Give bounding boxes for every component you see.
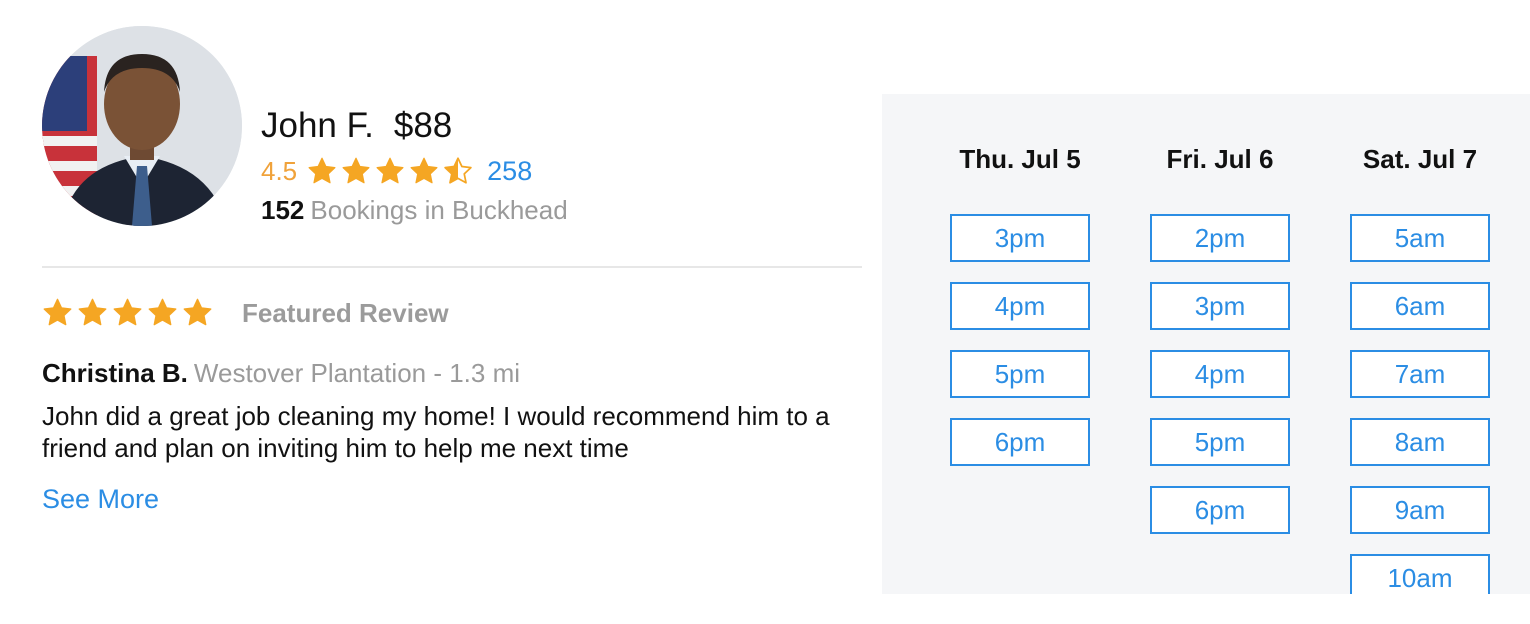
star-icon [113, 298, 142, 326]
time-slot-button[interactable]: 4pm [1150, 350, 1290, 398]
time-slot-button[interactable]: 8am [1350, 418, 1490, 466]
time-slot-button[interactable]: 9am [1350, 486, 1490, 534]
bookings-label: Bookings in Buckhead [310, 195, 568, 225]
provider-name: John F. [261, 106, 374, 145]
time-slot-button[interactable]: 5pm [950, 350, 1090, 398]
star-icon [148, 298, 177, 326]
star-icon [376, 157, 404, 184]
divider [42, 266, 862, 268]
see-more-link[interactable]: See More [42, 484, 159, 515]
star-icon [78, 298, 107, 326]
provider-name-price: John F. $88 [261, 106, 452, 146]
provider-price: $88 [393, 106, 453, 145]
rating-row: 4.5 258 [261, 153, 532, 189]
reviewer-location: Westover Plantation - 1.3 mi [193, 358, 521, 388]
time-slot-button[interactable]: 7am [1350, 350, 1490, 398]
availability-panel: Thu. Jul 5 3pm 4pm 5pm 6pm Fri. Jul 6 2p… [882, 94, 1530, 594]
time-slot-button[interactable]: 5pm [1150, 418, 1290, 466]
day-header: Sat. Jul 7 [1362, 144, 1478, 174]
rating-number: 4.5 [261, 155, 298, 186]
review-count-link[interactable]: 258 [487, 156, 532, 187]
bookings-summary: 152 Bookings in Buckhead [261, 195, 568, 226]
day-header: Fri. Jul 6 [1166, 144, 1274, 174]
star-icon [410, 157, 438, 184]
day-header: Thu. Jul 5 [959, 144, 1081, 174]
review-stars [42, 297, 213, 328]
reviewer-info: Christina B. Westover Plantation - 1.3 mi [42, 358, 520, 389]
bookings-count: 152 [261, 195, 305, 225]
review-text: John did a great job cleaning my home! I… [42, 401, 830, 463]
time-slot-button[interactable]: 6pm [1150, 486, 1290, 534]
time-slot-button[interactable]: 6pm [950, 418, 1090, 466]
star-icon [342, 157, 370, 184]
time-slot-button[interactable]: 4pm [950, 282, 1090, 330]
time-slot-button[interactable]: 5am [1350, 214, 1490, 262]
rating-stars [307, 156, 473, 186]
star-icon [308, 157, 336, 184]
time-slot-button[interactable]: 10am [1350, 554, 1490, 594]
star-icon [183, 298, 212, 326]
featured-review-label: Featured Review [242, 298, 449, 328]
half-star-icon [444, 157, 472, 184]
reviewer-name: Christina B. [42, 358, 188, 388]
time-slot-button[interactable]: 3pm [950, 214, 1090, 262]
star-icon [43, 298, 72, 326]
avatar [42, 26, 242, 226]
time-slot-button[interactable]: 6am [1350, 282, 1490, 330]
time-slot-button[interactable]: 3pm [1150, 282, 1290, 330]
time-slot-button[interactable]: 2pm [1150, 214, 1290, 262]
